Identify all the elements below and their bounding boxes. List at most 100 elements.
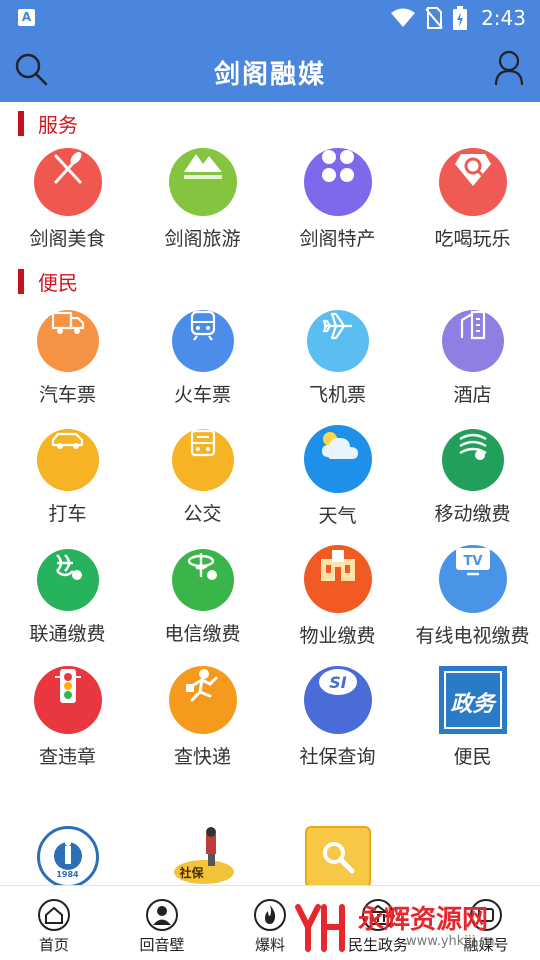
no-sim-icon: [425, 7, 443, 29]
nav-home[interactable]: 首页: [0, 898, 108, 955]
school-logo-year: 1984: [56, 870, 79, 879]
mountain-icon: [168, 148, 237, 216]
page-title: 剑阁融媒: [213, 60, 326, 90]
tile-bus-ticket[interactable]: 汽车票: [0, 310, 135, 407]
nav-tip-off[interactable]: 爆料: [216, 898, 324, 955]
building-icon: [441, 310, 504, 372]
status-bar: A 2:43: [0, 0, 540, 36]
tile-label: 天气: [318, 505, 357, 527]
tile-social-security-cartoon[interactable]: 社保: [135, 826, 270, 886]
section-header-convenience: 便民: [0, 266, 78, 296]
flame-icon: [254, 899, 286, 931]
tile-train-ticket[interactable]: 火车票: [135, 310, 270, 407]
fork-knife-icon: [33, 148, 102, 216]
china-mobile-icon: [441, 429, 504, 491]
user-profile-icon[interactable]: [494, 50, 524, 86]
tile-traffic-violation[interactable]: 查违章: [0, 666, 135, 769]
gem-search-icon: [438, 148, 507, 216]
tile-jiange-travel[interactable]: 剑阁旅游: [135, 148, 270, 251]
tile-eat-drink-fun[interactable]: 吃喝玩乐: [405, 148, 540, 251]
nav-media-account[interactable]: 融媒号: [432, 898, 540, 955]
tile-label: 电信缴费: [164, 623, 241, 645]
property-building-icon: [303, 545, 372, 613]
tile-label: 飞机票: [308, 384, 366, 406]
nav-label: 民生政务: [347, 936, 408, 954]
nav-label: 融媒号: [463, 936, 509, 954]
tile-label: 剑阁特产: [299, 228, 376, 250]
tile-search-folder[interactable]: [270, 826, 405, 888]
tile-courier-track[interactable]: 查快递: [135, 666, 270, 769]
home-icon: [38, 899, 70, 931]
tile-label: 移动缴费: [434, 503, 511, 525]
tile-label: 酒店: [453, 384, 492, 406]
social-security-icon: SI: [303, 666, 372, 734]
tile-jiange-specialty[interactable]: 剑阁特产: [270, 148, 405, 251]
nav-label: 首页: [38, 936, 69, 954]
tile-label: 火车票: [173, 384, 231, 406]
traffic-light-icon: [33, 666, 102, 734]
tile-label: 吃喝玩乐: [434, 228, 511, 250]
tile-weather[interactable]: 天气: [270, 425, 405, 528]
section-title: 服务: [38, 112, 78, 137]
svg-text:TV: TV: [463, 554, 482, 569]
tile-cable-tv-pay[interactable]: TV 有线电视缴费: [405, 545, 540, 648]
government-icon: [362, 899, 394, 931]
bus-icon: [171, 429, 234, 491]
china-unicom-icon: [36, 549, 99, 611]
nav-label: 回音壁: [139, 936, 185, 954]
tile-convenience[interactable]: 政务 便民: [405, 666, 540, 769]
wifi-icon: [391, 8, 416, 27]
person-icon: [146, 899, 178, 931]
social-security-cartoon-text: 社保: [179, 866, 204, 880]
tile-label: 剑阁旅游: [164, 228, 241, 250]
government-affairs-badge-text: 政务: [450, 692, 495, 717]
tile-property-pay[interactable]: 物业缴费: [270, 545, 405, 648]
social-security-cartoon-icon: 社保: [168, 826, 238, 886]
tile-label: 物业缴费: [299, 625, 376, 647]
nav-echo-wall[interactable]: 回音壁: [108, 898, 216, 955]
truck-icon: [36, 310, 99, 372]
weather-icon: [303, 425, 372, 493]
nav-label: 爆料: [254, 936, 285, 954]
tile-label: 查快递: [173, 746, 231, 768]
school-logo-icon: 1984: [36, 826, 99, 888]
government-affairs-icon: 政务: [438, 666, 507, 734]
section-header-services: 服务: [0, 108, 78, 138]
tile-hotel[interactable]: 酒店: [405, 310, 540, 407]
nav-livelihood-affairs[interactable]: 民生政务: [324, 898, 432, 955]
four-dots-icon: [303, 148, 372, 216]
section-accent-bar: [18, 110, 24, 136]
section-title: 便民: [38, 270, 78, 295]
car-icon: [36, 429, 99, 491]
tile-flight-ticket[interactable]: 飞机票: [270, 310, 405, 407]
tile-label: 剑阁美食: [29, 228, 106, 250]
search-folder-icon: [304, 826, 371, 888]
app-header: 剑阁融媒: [0, 36, 540, 102]
plane-icon: [306, 310, 369, 372]
tile-label: 公交: [183, 503, 222, 525]
tile-label: 打车: [48, 503, 87, 525]
tile-public-bus[interactable]: 公交: [135, 429, 270, 526]
section-accent-bar: [18, 268, 24, 294]
tile-label: 查违章: [38, 746, 96, 768]
bottom-nav: 首页 回音壁 爆料 民生政务 融媒号: [0, 885, 540, 960]
tile-school-logo[interactable]: 1984: [0, 826, 135, 888]
tile-label: 便民: [453, 746, 492, 768]
svg-text:SI: SI: [329, 673, 347, 692]
tile-china-mobile-pay[interactable]: 移动缴费: [405, 429, 540, 526]
battery-icon: [453, 6, 468, 30]
tile-label: 联通缴费: [29, 623, 106, 645]
train-icon: [171, 310, 234, 372]
china-telecom-icon: [171, 549, 234, 611]
notification-app-icon: A: [18, 9, 35, 26]
tile-label: 汽车票: [38, 384, 96, 406]
tile-taxi[interactable]: 打车: [0, 429, 135, 526]
tile-social-security[interactable]: SI 社保查询: [270, 666, 405, 769]
tile-label: 有线电视缴费: [415, 625, 530, 647]
tile-china-unicom-pay[interactable]: 联通缴费: [0, 549, 135, 646]
media-icon: [470, 899, 502, 931]
status-time: 2:43: [481, 6, 526, 30]
tile-label: 社保查询: [299, 746, 376, 768]
tile-jiange-food[interactable]: 剑阁美食: [0, 148, 135, 251]
tile-china-telecom-pay[interactable]: 电信缴费: [135, 549, 270, 646]
